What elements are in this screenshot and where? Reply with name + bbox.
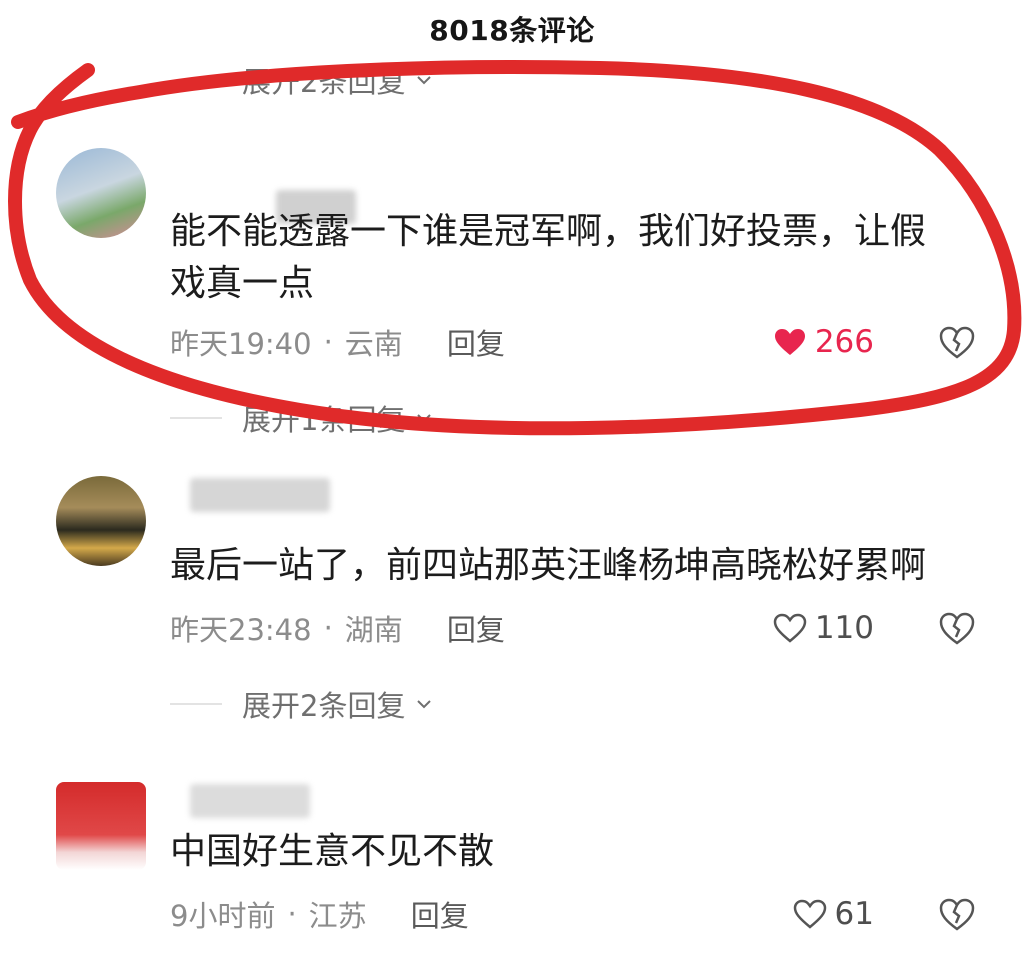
expand-replies-label: 展开2条回复 xyxy=(242,65,406,99)
heart-icon xyxy=(793,899,826,929)
comment-time: 昨天23:48 xyxy=(170,613,312,647)
like-button[interactable]: 110 xyxy=(773,608,874,648)
comment-text: 最后一站了，前四站那英汪峰杨坤高晓松好累啊 xyxy=(170,540,926,592)
comment-text-line: 能不能透露一下谁是冠军啊，我们好投票，让假 xyxy=(170,211,927,252)
chevron-down-icon xyxy=(417,414,432,423)
expand-replies-top[interactable]: 展开2条回复 xyxy=(242,60,433,100)
comment-time: 昨天19:40 xyxy=(170,327,312,361)
reply-button[interactable]: 回复 xyxy=(411,893,469,935)
like-count: 266 xyxy=(814,324,874,360)
heart-icon xyxy=(773,613,807,643)
comment-location: 云南 xyxy=(344,327,403,361)
dislike-broken-heart-icon[interactable] xyxy=(938,896,976,934)
expand-replies-label: 展开2条回复 xyxy=(242,689,406,723)
comment-meta: 昨天23:48 · 湖南 回复 xyxy=(170,608,505,648)
reply-button[interactable]: 回复 xyxy=(447,321,505,363)
like-count: 110 xyxy=(814,610,874,646)
divider-line xyxy=(170,417,222,419)
separator-dot: · xyxy=(323,611,333,645)
separator-dot: · xyxy=(323,325,333,359)
heart-icon xyxy=(774,329,805,355)
username-blurred[interactable] xyxy=(190,784,310,818)
annotation-circle xyxy=(8,60,1022,436)
expand-replies[interactable]: 展开1条回复 xyxy=(170,398,433,438)
comment-text-line: 中国好生意不见不散 xyxy=(170,831,495,872)
dislike-broken-heart-icon[interactable] xyxy=(938,610,976,648)
username-blurred[interactable] xyxy=(190,478,330,512)
comment-location: 湖南 xyxy=(344,613,403,647)
comment-time: 9小时前 xyxy=(170,899,276,933)
avatar[interactable] xyxy=(56,148,146,238)
expand-replies[interactable]: 展开2条回复 xyxy=(170,684,433,724)
comment-text: 能不能透露一下谁是冠军啊，我们好投票，让假 戏真一点 xyxy=(170,206,926,310)
chevron-down-icon xyxy=(417,700,432,709)
dislike-broken-heart-icon[interactable] xyxy=(938,324,976,362)
comment-text-line: 最后一站了，前四站那英汪峰杨坤高晓松好累啊 xyxy=(170,545,927,586)
comment-count-title: 8018条评论 xyxy=(429,14,595,47)
avatar[interactable] xyxy=(56,782,146,870)
like-button[interactable]: 61 xyxy=(793,894,874,934)
expand-replies-label: 展开1条回复 xyxy=(242,403,406,437)
comment-meta: 9小时前 · 江苏 回复 xyxy=(170,894,469,934)
comment-location: 江苏 xyxy=(308,899,367,933)
divider-line xyxy=(170,703,222,705)
comment-meta: 昨天19:40 · 云南 回复 xyxy=(170,322,505,362)
chevron-down-icon xyxy=(417,76,432,85)
like-count: 61 xyxy=(834,896,874,932)
reply-button[interactable]: 回复 xyxy=(447,607,505,649)
comment-text: 中国好生意不见不散 xyxy=(170,826,494,878)
avatar[interactable] xyxy=(56,476,146,566)
comments-header: 8018条评论 xyxy=(0,0,1024,58)
like-button[interactable]: 266 xyxy=(773,322,874,362)
comment-text-line: 戏真一点 xyxy=(170,263,315,304)
separator-dot: · xyxy=(287,897,297,931)
